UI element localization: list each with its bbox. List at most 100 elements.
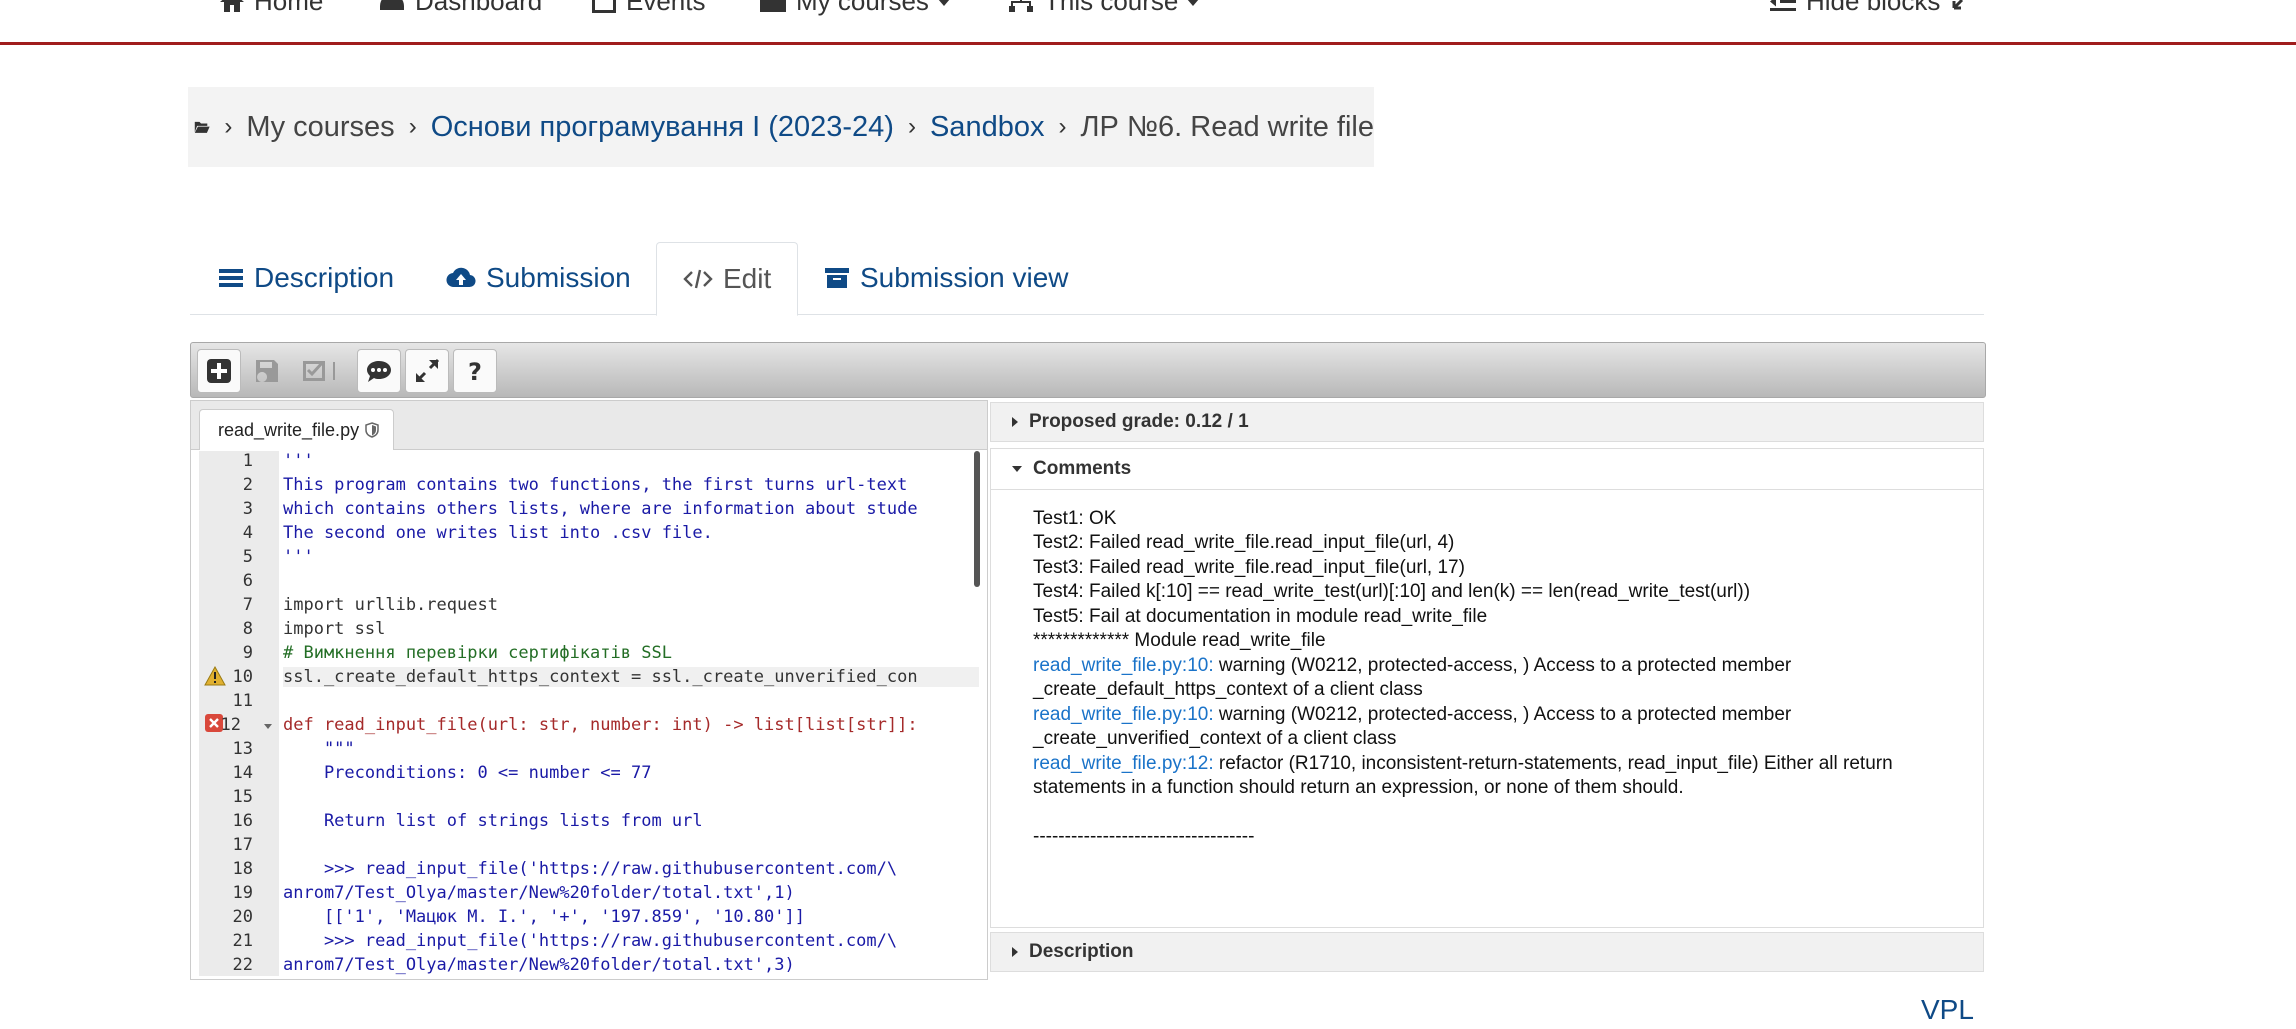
separator-line: ----------------------------------- (1033, 826, 1255, 847)
line-number: 21 (232, 931, 253, 951)
expand-icon (415, 358, 440, 383)
archive-icon (825, 268, 849, 288)
line-number: 6 (242, 571, 253, 591)
lint-location-link[interactable]: read_write_file.py:10: (1033, 655, 1214, 676)
module-header: ************* Module read_write_file (1033, 630, 1326, 651)
lint-location-link[interactable]: read_write_file.py:10: (1033, 704, 1214, 725)
code-line[interactable]: >>> read_input_file('https://raw.githubu… (283, 859, 979, 879)
fullscreen-button[interactable] (405, 349, 449, 393)
code-line[interactable]: The second one writes list into .csv fil… (283, 523, 979, 543)
line-number: 2 (242, 475, 253, 495)
code-line[interactable]: Return list of strings lists from url (283, 811, 979, 831)
code-line[interactable]: anrom7/Test_Olya/master/New%20folder/tot… (283, 955, 979, 975)
description-header[interactable]: Description (990, 932, 1984, 972)
file-tab[interactable]: read_write_file.py (199, 409, 395, 450)
code-line[interactable]: [['1', 'Мацюк М. І.', '+', '197.859', '1… (283, 907, 979, 927)
line-number: 10 (232, 667, 253, 687)
dashboard-icon (380, 0, 404, 10)
file-tab-bar: read_write_file.py (191, 401, 987, 450)
tab-edit[interactable]: Edit (656, 242, 799, 316)
fullscreen-toggle[interactable] (1952, 0, 1978, 10)
comments-button[interactable] (357, 349, 401, 393)
tab-submission-view-label: Submission view (860, 262, 1069, 293)
code-line[interactable]: anrom7/Test_Olya/master/New%20folder/tot… (283, 883, 979, 903)
line-number: 14 (232, 763, 253, 783)
nav-home-label: Home (254, 0, 324, 16)
cloud-upload-icon (446, 267, 476, 288)
editor-scrollbar[interactable] (974, 451, 980, 587)
lint-message: read_write_file.py:12: refactor (R1710, … (1033, 753, 1893, 775)
code-line[interactable]: ''' (283, 547, 979, 567)
caret-down-icon (1012, 466, 1022, 472)
question-icon: ? (468, 358, 482, 384)
caret-right-icon (1012, 947, 1018, 957)
nav-this-course-label: This course (1044, 0, 1179, 16)
list-icon (219, 269, 243, 287)
lint-message-continuation: _create_unverified_context of a client c… (1033, 728, 1397, 749)
nav-dashboard[interactable]: Dashboard (377, 0, 542, 17)
breadcrumb-sandbox[interactable]: Sandbox (930, 111, 1045, 144)
code-line[interactable]: which contains others lists, where are i… (283, 499, 979, 519)
nav-my-courses[interactable]: My courses (758, 0, 951, 17)
code-line[interactable]: # Вимкнення перевірки сертифікатів SSL (283, 643, 979, 663)
lint-location-link[interactable]: read_write_file.py:12: (1033, 753, 1214, 774)
code-line[interactable]: def read_input_file(url: str, number: in… (283, 715, 979, 735)
test-result: Test1: OK (1033, 508, 1117, 529)
top-navbar: Home Dashboard Events My courses This co… (0, 0, 2296, 45)
breadcrumb-separator: › (907, 113, 916, 140)
fold-arrow-icon[interactable] (263, 723, 273, 731)
shield-icon (365, 422, 379, 438)
line-number: 4 (242, 523, 253, 543)
sitemap-icon (1009, 0, 1033, 12)
new-file-button[interactable] (197, 349, 241, 393)
code-line[interactable]: This program contains two functions, the… (283, 475, 979, 495)
code-line[interactable]: Preconditions: 0 <= number <= 77 (283, 763, 979, 783)
line-number: 18 (232, 859, 253, 879)
save-button[interactable] (245, 349, 289, 393)
comments-content: Test1: OK Test2: Failed read_write_file.… (990, 490, 1984, 928)
nav-my-courses-label: My courses (796, 0, 929, 16)
nav-dashboard-label: Dashboard (415, 0, 543, 16)
comment-icon (367, 361, 391, 382)
file-tab-name: read_write_file.py (218, 419, 360, 440)
line-number: 8 (242, 619, 253, 639)
nav-events[interactable]: Events (590, 0, 706, 17)
code-line[interactable]: ssl._create_default_https_context = ssl.… (283, 667, 979, 687)
tab-description-label: Description (254, 262, 395, 293)
proposed-grade-header[interactable]: Proposed grade: 0.12 / 1 (990, 402, 1984, 442)
nav-home[interactable]: Home (218, 0, 323, 17)
code-line[interactable]: """ (283, 739, 979, 759)
vpl-link[interactable]: VPL (1921, 994, 1974, 1026)
tab-description[interactable]: Description (218, 242, 394, 314)
help-button[interactable]: ? (453, 349, 497, 393)
caret-down-icon (939, 0, 949, 6)
test-result: Test5: Fail at documentation in module r… (1033, 606, 1488, 627)
hide-blocks-button[interactable]: Hide blocks (1768, 0, 1940, 17)
tab-submission-view[interactable]: Submission view (824, 242, 1069, 314)
line-number: 20 (232, 907, 253, 927)
breadcrumb-separator: › (224, 113, 233, 140)
lint-message-continuation: _create_default_https_context of a clien… (1033, 679, 1423, 700)
caret-down-icon (1188, 0, 1199, 6)
breadcrumb-my-courses[interactable]: My courses (246, 111, 394, 144)
briefcase-icon (760, 0, 786, 12)
lint-message: read_write_file.py:10: warning (W0212, p… (1033, 704, 1791, 726)
home-icon (220, 0, 244, 12)
line-number: 5 (242, 547, 253, 567)
line-number: 11 (232, 691, 253, 711)
expand-icon (1952, 0, 1964, 10)
line-number: 12 (220, 715, 241, 735)
code-line[interactable]: import ssl (283, 619, 979, 639)
code-line[interactable]: import urllib.request (283, 595, 979, 615)
line-number: 9 (242, 643, 253, 663)
code-line[interactable]: >>> read_input_file('https://raw.githubu… (283, 931, 979, 951)
lint-message: read_write_file.py:10: warning (W0212, p… (1033, 655, 1791, 677)
comments-header[interactable]: Comments (990, 448, 1984, 490)
breadcrumb-course[interactable]: Основи програмування I (2023-24) (431, 111, 894, 144)
tab-submission[interactable]: Submission (446, 242, 631, 314)
breadcrumb: › My courses › Основи програмування I (2… (188, 87, 1374, 167)
code-editor-panel: read_write_file.py 1 2 3 4 5 6 7 8 9 10 … (190, 400, 988, 980)
code-line[interactable]: ''' (283, 451, 979, 471)
nav-this-course[interactable]: This course (1006, 0, 1200, 17)
evaluate-button[interactable] (293, 349, 349, 393)
